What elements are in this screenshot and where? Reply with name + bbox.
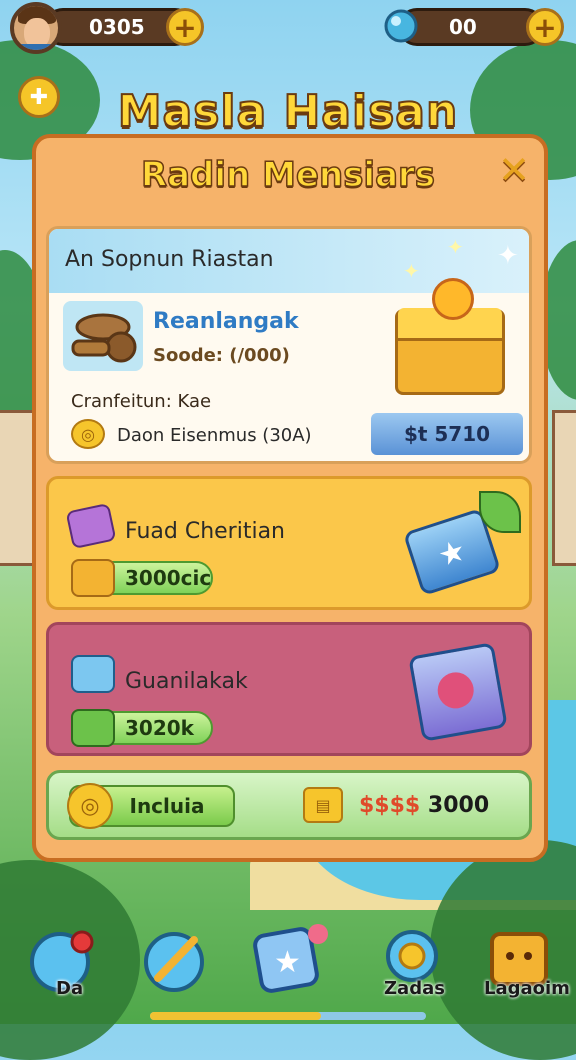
- chest-icon: ▤: [303, 787, 343, 823]
- summary-bar: Incluia ◎ ▤ $$$$ 3000: [46, 770, 532, 840]
- item-thumbnail: [63, 301, 143, 371]
- sparkle-icon: ✦: [497, 241, 519, 271]
- gem-counter: 00: [398, 8, 544, 46]
- page-subtitle: Radin Mensiars: [140, 154, 436, 196]
- coin-icon: ◎: [67, 783, 113, 829]
- coin-icon: ◎: [71, 419, 105, 449]
- offer-header: An Sopnun Riastan: [65, 247, 274, 272]
- nav-card-button[interactable]: ★: [252, 920, 328, 994]
- bonus-text: Daon Eisenmus (30A): [117, 425, 312, 446]
- card-name: Guanilakak: [125, 669, 248, 694]
- item-price: Soode: (/000): [153, 345, 290, 366]
- sparkle-icon: ✦: [403, 259, 420, 283]
- item-name: Reanlangak: [153, 309, 299, 334]
- offer-card-1[interactable]: Fuad Cheritian 3000cic ★: [46, 476, 532, 610]
- sword-icon: [144, 932, 204, 992]
- treasure-chest-icon: [395, 278, 505, 395]
- gold-bag-icon: [71, 559, 115, 597]
- confirm-label: Cranfeitun: Kae: [71, 391, 212, 412]
- add-coins-button[interactable]: +: [166, 8, 204, 46]
- buy-button[interactable]: $t 5710: [371, 413, 523, 455]
- add-gems-button[interactable]: +: [526, 8, 564, 46]
- player-avatar[interactable]: [10, 2, 62, 54]
- featured-offer-card: An Sopnun Riastan ✦ ✦ ✦ Reanlangak Soode…: [46, 226, 532, 464]
- total-value: 3000: [427, 793, 490, 818]
- gem-count: 00: [449, 15, 477, 39]
- gem-icon: [384, 9, 418, 43]
- coin-count: 0305: [89, 15, 145, 39]
- total-amount: $$$$ 3000: [359, 793, 489, 818]
- page-title: Masla Haisan: [117, 85, 459, 138]
- cannon-icon: [71, 313, 137, 363]
- nav-label: Da: [56, 978, 84, 999]
- star-card-icon: ★: [253, 924, 328, 993]
- total-prefix: $$$$: [359, 793, 421, 818]
- offer-card-2[interactable]: Guanilakak 3020k: [46, 622, 532, 756]
- close-icon: ✕: [498, 148, 530, 192]
- nav-label: Zadas: [384, 978, 445, 999]
- nav-sword-button[interactable]: [140, 920, 214, 994]
- map-icon: [71, 655, 115, 693]
- progress-bar: [150, 1012, 426, 1020]
- nav-label: Lagaoim: [484, 978, 570, 999]
- crystal-icon: [65, 502, 117, 550]
- svg-text:★: ★: [274, 945, 301, 980]
- gem-box-icon: [408, 642, 508, 742]
- sparkle-icon: ✦: [447, 235, 464, 259]
- card-name: Fuad Cheritian: [125, 519, 285, 544]
- close-button[interactable]: ✕: [494, 148, 534, 192]
- leaf-bundle-icon: [71, 709, 115, 747]
- progress-fill: [150, 1012, 322, 1020]
